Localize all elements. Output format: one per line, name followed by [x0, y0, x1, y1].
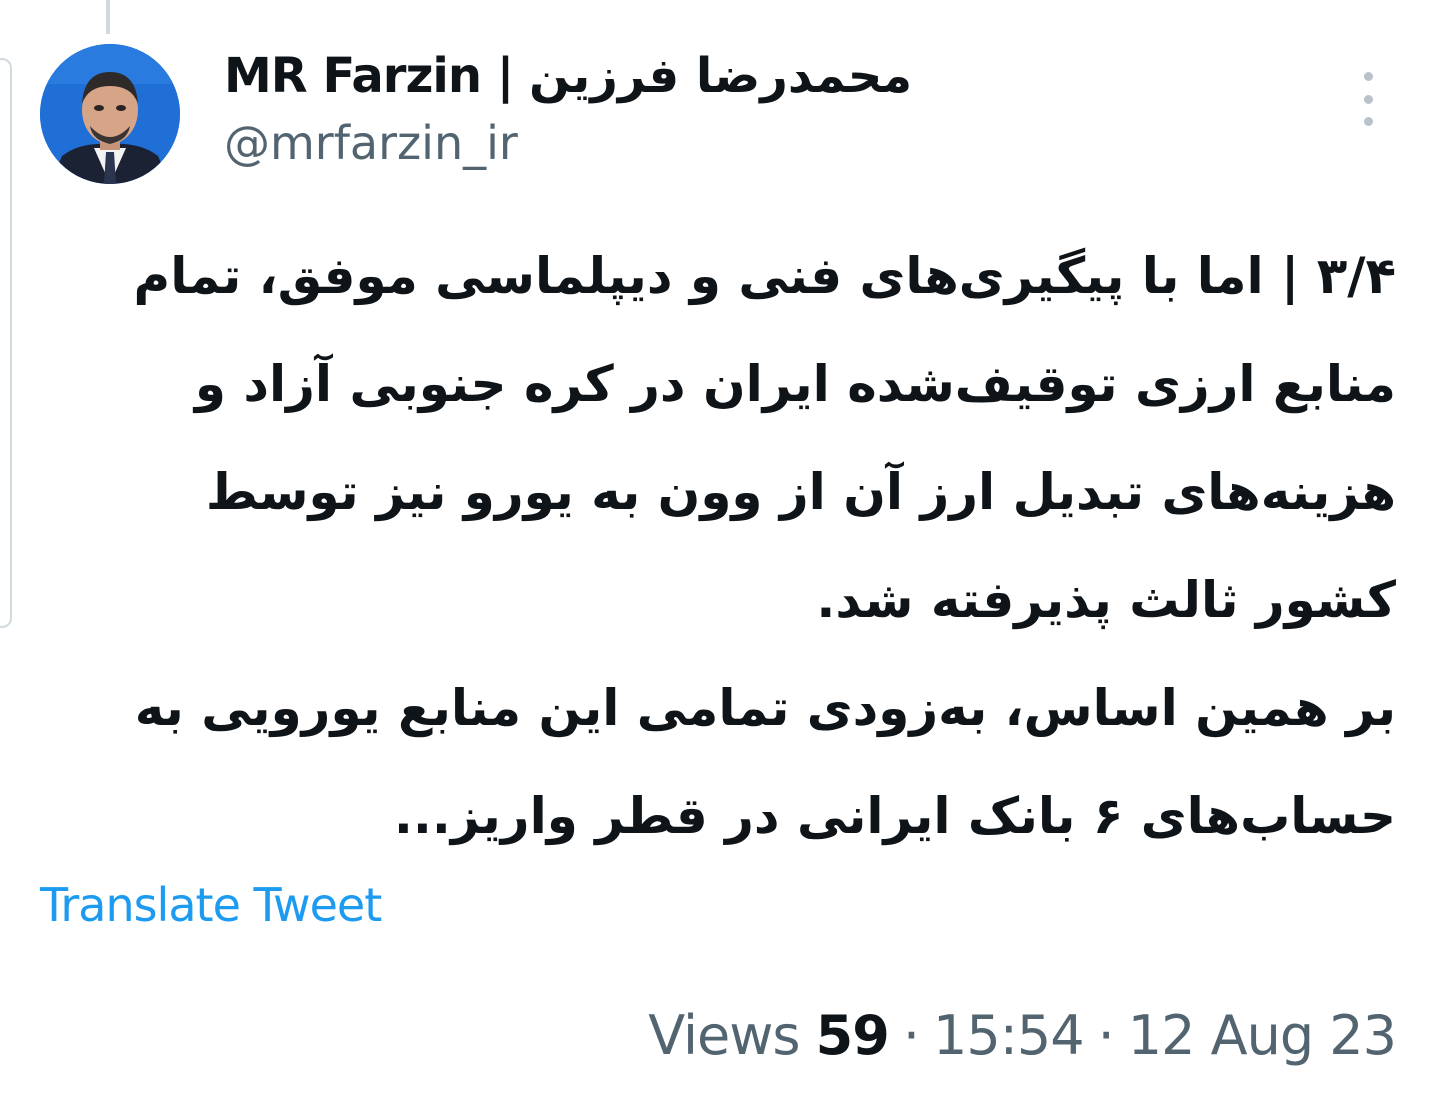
- author-name-row[interactable]: MR Farzin | محمدرضا فرزین: [224, 46, 913, 106]
- profile-photo: [40, 44, 180, 184]
- more-dot: [1363, 117, 1373, 126]
- thread-connector-line: [106, 0, 110, 34]
- tweet-time[interactable]: 15:54: [933, 1004, 1085, 1067]
- more-dot: [1363, 72, 1373, 81]
- tweet-text-line: هزینه‌های تبدیل ارز آن از وون به یورو نی…: [205, 463, 1396, 521]
- views-count: 59: [815, 1003, 890, 1067]
- meta-separator: ·: [1097, 1003, 1115, 1067]
- views-label: Views: [648, 1003, 800, 1067]
- translate-tweet-link[interactable]: Translate Tweet: [40, 878, 382, 932]
- more-vertical-icon[interactable]: [1350, 72, 1386, 126]
- meta-separator: ·: [902, 1003, 920, 1067]
- tweet-text-line: بر همین اساس، به‌زودی تمامی این منابع یو…: [134, 679, 1396, 737]
- author-display-name[interactable]: MR Farzin | محمدرضا فرزین: [224, 48, 913, 104]
- previous-card-edge: [0, 58, 12, 628]
- tweet-text-line: ۳/۴ | اما با پیگیری‌های فنی و دیپلماسی م…: [133, 247, 1396, 305]
- tweet-text: ۳/۴ | اما با پیگیری‌های فنی و دیپلماسی م…: [60, 222, 1396, 870]
- tweet-meta: Views 59 · 15:54 · 12 Aug 23: [648, 1000, 1397, 1070]
- tweet-text-line: کشور ثالث پذیرفته شد.: [816, 571, 1396, 629]
- more-dot: [1363, 94, 1373, 104]
- tweet-date[interactable]: 12 Aug 23: [1128, 1004, 1397, 1067]
- author-handle[interactable]: @mrfarzin_ir: [224, 116, 518, 170]
- tweet-text-line: حساب‌های ۶ بانک ایرانی در قطر واریز...: [393, 787, 1396, 845]
- avatar[interactable]: [40, 44, 180, 184]
- tweet-text-line: منابع ارزی توقیف‌شده ایران در کره جنوبی …: [194, 355, 1396, 413]
